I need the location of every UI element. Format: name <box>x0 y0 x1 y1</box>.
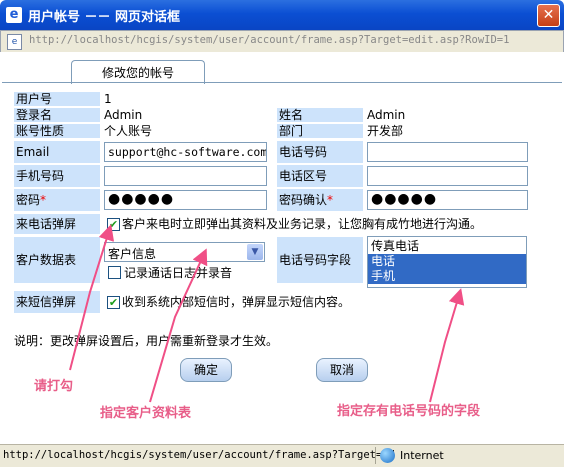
dialog-content: 修改您的帐号 用户号 1 登录名 Admin 姓名 Admin 账号性质 个人账… <box>0 52 564 444</box>
arrow-table-hint <box>149 248 208 403</box>
ie-icon: e <box>6 7 22 23</box>
close-button[interactable]: ✕ <box>537 4 560 27</box>
table-hint: 指定客户资料表 <box>100 406 192 421</box>
page-icon: e <box>7 34 22 50</box>
status-bar: http://localhost/hcgis/system/user/accou… <box>0 444 564 467</box>
status-url: http://localhost/hcgis/system/user/accou… <box>3 449 395 461</box>
globe-icon <box>380 448 395 463</box>
security-zone: Internet <box>400 449 444 462</box>
address-url: http://localhost/hcgis/system/user/accou… <box>29 34 510 46</box>
annotation-arrows <box>69 224 465 403</box>
status-divider <box>375 447 376 464</box>
field-hint: 指定存有电话号码的字段 <box>337 404 481 419</box>
check-hint: 请打勾 <box>34 379 74 394</box>
address-bar: e http://localhost/hcgis/system/user/acc… <box>0 30 564 53</box>
arrow-check-hint <box>69 224 115 371</box>
window-title: 用户帐号 －－ 网页对话框 <box>28 10 181 25</box>
title-bar: e 用户帐号 －－ 网页对话框 ✕ <box>0 0 564 30</box>
arrow-field-hint <box>429 288 465 403</box>
